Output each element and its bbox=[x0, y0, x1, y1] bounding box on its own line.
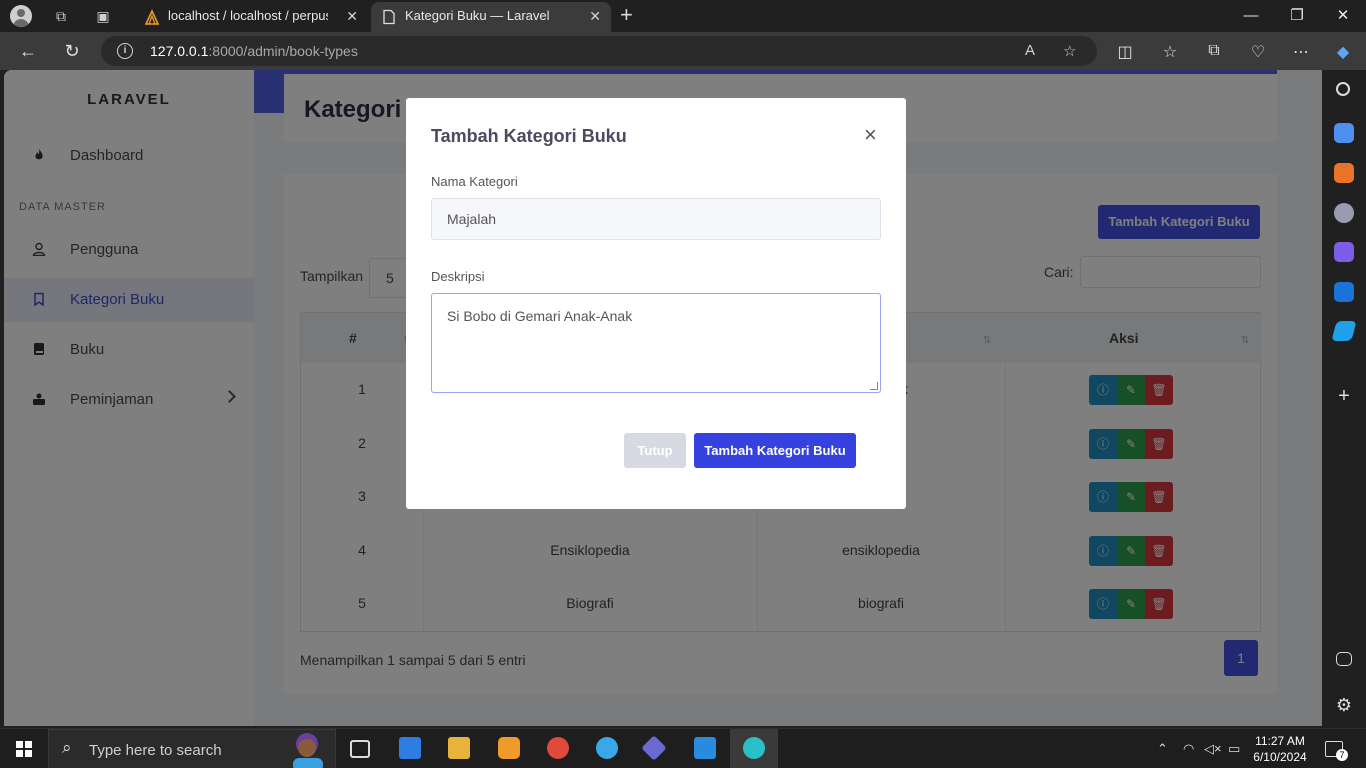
edge-sidebar: + ⚙ bbox=[1322, 70, 1366, 726]
search-icon: ⌕ bbox=[62, 738, 72, 757]
read-aloud-icon[interactable]: A bbox=[1025, 42, 1035, 59]
tab-label: localhost / localhost / perpus_we bbox=[168, 8, 328, 23]
games-icon[interactable] bbox=[1334, 203, 1354, 223]
refresh-icon[interactable]: ↻ bbox=[62, 41, 82, 61]
wifi-icon[interactable]: ◠ bbox=[1183, 741, 1194, 757]
resize-handle[interactable] bbox=[870, 382, 878, 390]
volume-muted-icon[interactable]: ◁× bbox=[1204, 741, 1222, 757]
url-text[interactable]: 127.0.0.1:8000/admin/book-types bbox=[150, 43, 358, 59]
clock-date: 6/10/2024 bbox=[1253, 750, 1307, 764]
name-field-label: Nama Kategori bbox=[431, 174, 518, 189]
tab-close-icon[interactable]: ✕ bbox=[346, 2, 358, 30]
tray-chevron-icon[interactable]: ⌃ bbox=[1157, 741, 1168, 757]
notification-badge: 7 bbox=[1336, 749, 1348, 761]
page-icon bbox=[383, 9, 395, 25]
xampp-icon[interactable] bbox=[498, 737, 520, 759]
tab-label: Kategori Buku — Laravel bbox=[405, 8, 550, 23]
new-tab-icon[interactable]: + bbox=[620, 4, 633, 26]
tab-phpmyadmin[interactable]: localhost / localhost / perpus_we ✕ bbox=[134, 2, 368, 32]
shopping-tag-icon[interactable] bbox=[1334, 123, 1354, 143]
restore-icon[interactable]: ❐ bbox=[1274, 4, 1320, 28]
tab-kategori-buku[interactable]: Kategori Buku — Laravel ✕ bbox=[371, 2, 611, 32]
battery-icon[interactable]: ▭ bbox=[1228, 741, 1240, 757]
description-textarea[interactable]: Si Bobo di Gemari Anak-Anak bbox=[431, 293, 881, 393]
window-close-icon[interactable]: ✕ bbox=[1320, 4, 1366, 28]
category-name-input[interactable]: Majalah bbox=[431, 198, 881, 240]
favorites-icon[interactable]: ☆ bbox=[1159, 42, 1181, 62]
site-info-icon[interactable]: i bbox=[117, 43, 133, 59]
file-explorer-icon[interactable] bbox=[448, 737, 470, 759]
task-view-icon[interactable] bbox=[350, 740, 370, 758]
more-menu-icon[interactable]: ⋯ bbox=[1290, 42, 1312, 62]
close-icon[interactable]: × bbox=[864, 124, 877, 146]
add-category-modal: Tambah Kategori Buku × Nama Kategori Maj… bbox=[406, 98, 906, 509]
add-sidebar-icon[interactable]: + bbox=[1334, 386, 1354, 406]
git-icon[interactable] bbox=[641, 735, 667, 761]
app-icon[interactable] bbox=[596, 737, 618, 759]
split-screen-icon[interactable]: ◫ bbox=[1114, 42, 1136, 62]
favorite-star-icon[interactable]: ☆ bbox=[1063, 42, 1076, 60]
edge-icon bbox=[743, 737, 765, 759]
profile-avatar[interactable] bbox=[10, 5, 32, 27]
modal-title: Tambah Kategori Buku bbox=[431, 126, 627, 146]
submit-button[interactable]: Tambah Kategori Buku bbox=[694, 433, 856, 468]
performance-icon[interactable]: ♡ bbox=[1247, 42, 1269, 62]
collections-icon[interactable]: ⧉ bbox=[1203, 42, 1225, 60]
back-icon[interactable]: ← bbox=[18, 41, 38, 61]
store-icon[interactable] bbox=[399, 737, 421, 759]
taskbar-search-placeholder: Type here to search bbox=[89, 742, 222, 759]
browser-toolbar: ← ↻ i 127.0.0.1:8000/admin/book-types A … bbox=[0, 32, 1366, 70]
tools-icon[interactable] bbox=[1334, 163, 1354, 183]
clock-time: 11:27 AM bbox=[1255, 734, 1305, 748]
windows-taskbar: ⌕ Type here to search ⌃ ◠ ◁× ▭ 11:27 AM … bbox=[0, 728, 1366, 768]
search-highlight-illustration bbox=[293, 733, 323, 768]
close-button[interactable]: Tutup bbox=[624, 433, 686, 468]
minimize-icon[interactable]: — bbox=[1228, 4, 1274, 28]
address-bar[interactable]: i 127.0.0.1:8000/admin/book-types A ☆ bbox=[101, 36, 1097, 66]
description-text: Si Bobo di Gemari Anak-Anak bbox=[447, 308, 633, 324]
page-viewport: LARAVEL Dashboard DATA MASTER Pengguna K… bbox=[4, 70, 1322, 726]
browser-titlebar: ⧉ ▣ localhost / localhost / perpus_we ✕ … bbox=[0, 0, 1366, 32]
screenshot-icon[interactable] bbox=[1336, 652, 1352, 666]
tab-actions-icon[interactable]: ▣ bbox=[94, 7, 112, 25]
windows-start-icon[interactable] bbox=[16, 741, 32, 757]
send-icon[interactable] bbox=[1331, 321, 1357, 341]
vscode-icon[interactable] bbox=[694, 737, 716, 759]
edge-taskbar-active[interactable] bbox=[730, 729, 778, 768]
search-icon[interactable] bbox=[1336, 82, 1350, 96]
copilot-icon[interactable]: ◆ bbox=[1332, 42, 1354, 62]
description-field-label: Deskripsi bbox=[431, 269, 485, 284]
workspaces-icon[interactable]: ⧉ bbox=[52, 7, 70, 25]
chrome-icon[interactable] bbox=[547, 737, 569, 759]
copilot-sidebar-icon[interactable] bbox=[1334, 242, 1354, 262]
taskbar-search[interactable]: ⌕ Type here to search bbox=[48, 729, 336, 768]
outlook-icon[interactable] bbox=[1334, 282, 1354, 302]
phpmyadmin-icon bbox=[144, 9, 160, 25]
settings-gear-icon[interactable]: ⚙ bbox=[1334, 695, 1354, 715]
clock[interactable]: 11:27 AM 6/10/2024 bbox=[1250, 733, 1310, 765]
tab-close-icon[interactable]: ✕ bbox=[589, 2, 601, 30]
